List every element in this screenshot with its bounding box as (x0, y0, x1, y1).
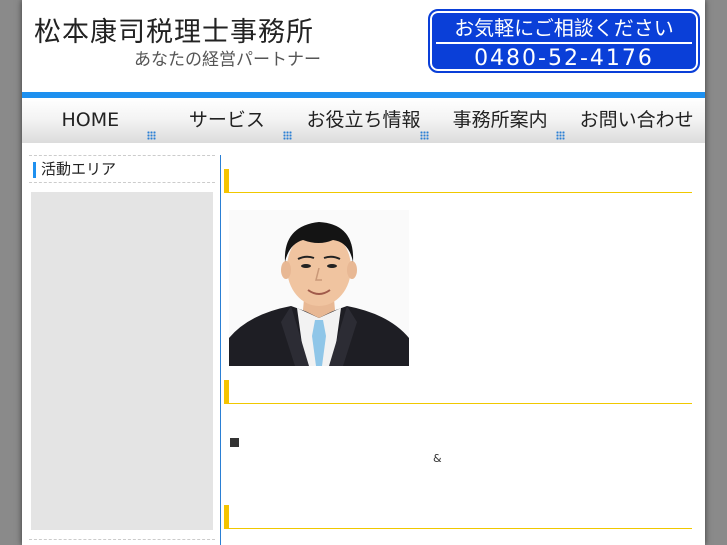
site-subtitle: あなたの経営パートナー (134, 50, 321, 70)
contact-phone-number: 0480-52-4176 (474, 46, 654, 71)
nav-item-home[interactable]: HOME (22, 98, 159, 143)
dots-icon (146, 131, 156, 140)
nav-item-services[interactable]: サービス (159, 98, 296, 143)
section-heading-1 (224, 169, 692, 193)
dots-icon (283, 131, 293, 140)
ampersand-text: & (433, 452, 442, 465)
activity-area-panel (31, 192, 213, 530)
section-heading-3 (224, 505, 692, 529)
person-portrait-icon (229, 210, 409, 366)
main-content: & (224, 155, 692, 545)
sidebar-divider (29, 539, 215, 540)
sidebar-heading-label: 活動エリア (41, 160, 117, 178)
column-divider (220, 155, 221, 545)
nav-item-office-guide[interactable]: 事務所案内 (432, 98, 569, 143)
nav-item-label: お問い合わせ (579, 109, 694, 131)
site-title[interactable]: 松本康司税理士事務所 (34, 10, 314, 49)
contact-divider (436, 42, 692, 44)
heading-marker (224, 380, 229, 404)
page: 松本康司税理士事務所 あなたの経営パートナー お気軽にご相談ください 0480-… (22, 0, 705, 545)
nav-item-label: 事務所案内 (452, 109, 548, 131)
contact-cta-text: お気軽にご相談ください (454, 16, 674, 40)
dots-icon (419, 131, 429, 140)
sidebar: 活動エリア (29, 155, 215, 545)
nav-item-useful-info[interactable]: お役立ち情報 (295, 98, 432, 143)
nav-item-label: お役立ち情報 (306, 109, 421, 131)
nav-item-label: HOME (61, 109, 120, 131)
global-nav: HOME サービス お役立ち情報 事務所案内 お問い合わせ (22, 98, 705, 143)
sidebar-heading: 活動エリア (29, 155, 215, 183)
heading-marker (224, 169, 229, 193)
heading-marker (33, 161, 36, 178)
dots-icon (556, 131, 566, 140)
nav-item-contact[interactable]: お問い合わせ (568, 98, 705, 143)
heading-marker (224, 505, 229, 529)
profile-photo (229, 210, 409, 366)
nav-item-label: サービス (188, 109, 265, 131)
section-heading-2 (224, 380, 692, 404)
square-bullet-icon (230, 438, 239, 447)
site-header: 松本康司税理士事務所 あなたの経営パートナー お気軽にご相談ください 0480-… (22, 0, 705, 93)
contact-banner[interactable]: お気軽にご相談ください 0480-52-4176 (428, 9, 700, 73)
